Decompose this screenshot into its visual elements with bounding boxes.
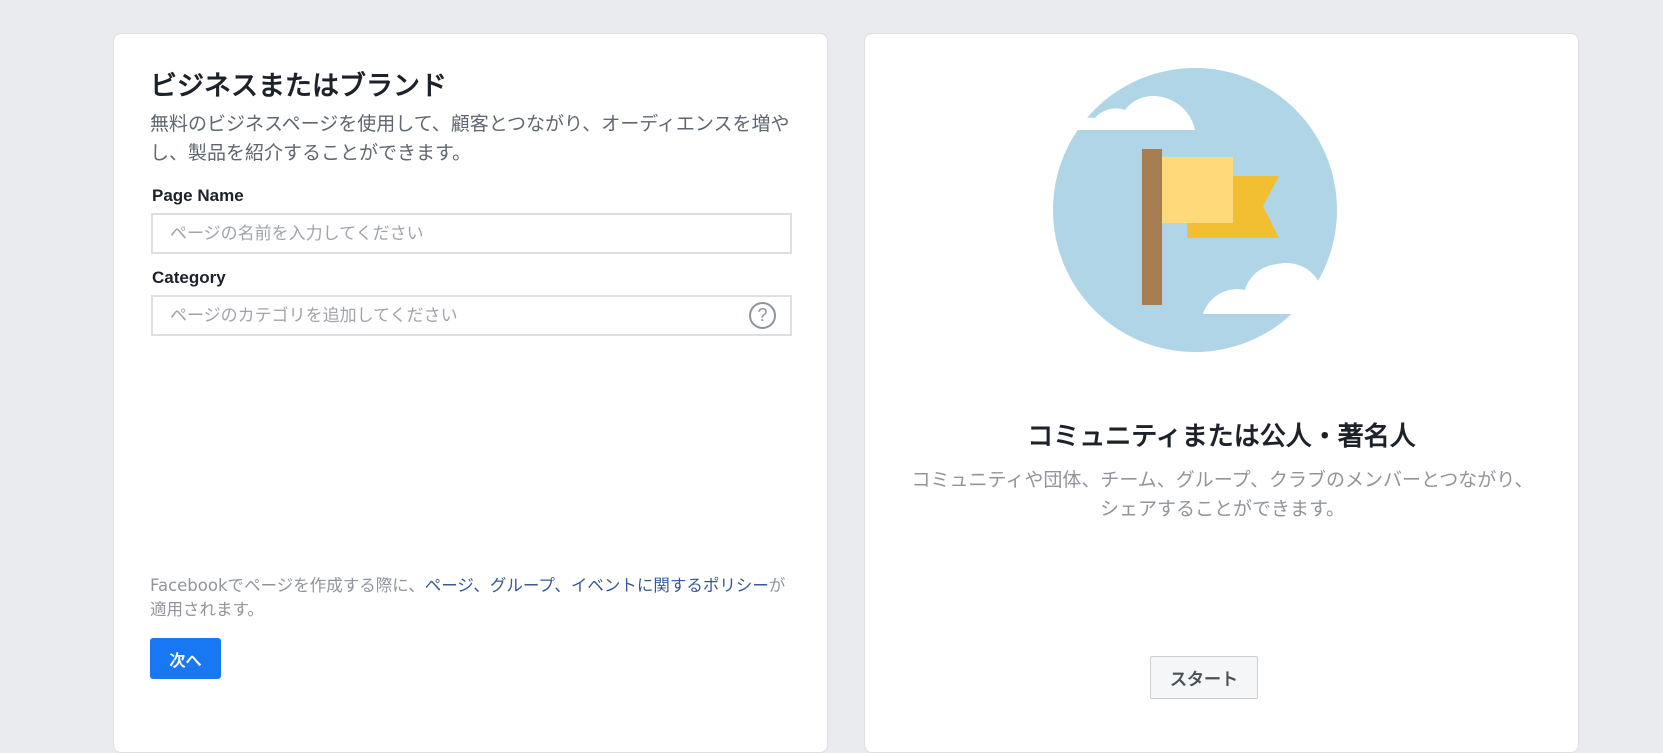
category-field: ? [151,295,792,336]
category-label: Category [152,268,226,287]
policy-link[interactable]: ページ、グループ、イベントに関するポリシー [425,576,769,595]
community-title: コミュニティまたは公人・著名人 [1027,422,1416,452]
page-name-input[interactable] [153,215,790,252]
community-description: コミュニティや団体、チーム、グループ、クラブのメンバーとつながり、シェアすること… [911,469,1534,520]
page-name-field [151,213,792,254]
business-card: ビジネスまたはブランド 無料のビジネスページを使用して、顧客とつながり、オーディ… [113,33,828,753]
start-button[interactable]: スタート [1150,656,1258,699]
business-description: 無料のビジネスページを使用して、顧客とつながり、オーディエンスを増やし、製品を紹… [150,113,790,164]
policy-notice: Facebookでページを作成する際に、ページ、グループ、イベントに関するポリシ… [150,574,800,622]
page-name-label: Page Name [152,186,244,205]
category-input[interactable] [153,297,790,334]
business-title: ビジネスまたはブランド [150,71,447,102]
community-card: コミュニティまたは公人・著名人 コミュニティや団体、チーム、グループ、クラブのメ… [864,33,1579,753]
next-button[interactable]: 次へ [150,638,221,679]
flag-with-clouds-icon [1051,68,1353,352]
policy-prefix: Facebookでページを作成する際に、 [150,576,425,595]
question-circle-icon[interactable]: ? [749,302,776,329]
